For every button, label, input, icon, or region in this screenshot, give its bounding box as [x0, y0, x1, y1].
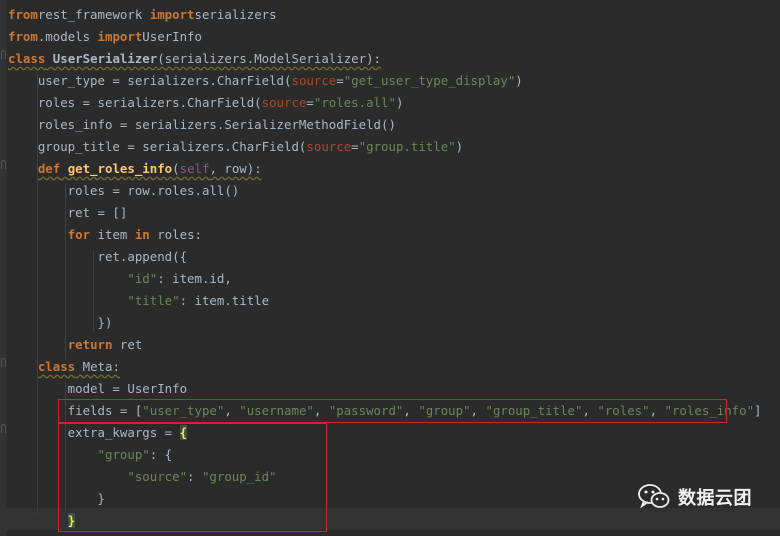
code-token: rest_framework	[37, 7, 150, 22]
code-token: source	[291, 73, 337, 88]
editor-gutter	[0, 0, 6, 536]
extra-kwargs-highlight-box	[58, 423, 327, 532]
code-token: item	[90, 227, 135, 242]
code-line[interactable]: "id": item.id,	[8, 268, 232, 290]
code-token: )	[455, 139, 464, 154]
code-token: source	[261, 95, 307, 110]
code-token: roles:	[149, 227, 202, 242]
code-token: user_type = serializers.CharField(	[8, 73, 292, 88]
code-token: from	[8, 7, 38, 22]
code-token: UserSerializer	[52, 51, 158, 66]
code-token: import	[149, 7, 195, 22]
code-token: roles = serializers.CharField(	[8, 95, 262, 110]
code-token: from	[8, 29, 38, 44]
code-token: "id"	[127, 271, 158, 286]
code-token: class	[8, 51, 46, 66]
code-token: "get_user_type_display"	[343, 73, 516, 88]
code-token: =	[351, 139, 359, 154]
code-token: )	[515, 73, 523, 88]
code-token: : item.id,	[157, 271, 232, 286]
code-line[interactable]: roles_info = serializers.SerializerMetho…	[8, 114, 396, 136]
code-token: def	[37, 161, 61, 176]
wechat-icon	[638, 484, 670, 510]
code-line[interactable]: def get_roles_info(self, row):	[8, 158, 262, 180]
code-token: roles = row.roles.all()	[8, 183, 240, 198]
code-token: get_roles_info	[67, 161, 173, 176]
code-token: ]	[754, 403, 762, 418]
code-token: in	[134, 227, 150, 242]
code-line[interactable]: roles = row.roles.all()	[8, 180, 240, 202]
code-line[interactable]: group_title = serializers.CharField(sour…	[8, 136, 463, 158]
code-line[interactable]: from.models importUserInfo	[8, 26, 202, 48]
code-line[interactable]: ret.append({	[8, 246, 188, 268]
code-token: ret.append({	[8, 249, 188, 264]
code-line[interactable]: fromrest_framework importserializers	[8, 4, 277, 26]
code-token: group_title = serializers.CharField(	[8, 139, 307, 154]
code-token: serializers	[194, 7, 277, 22]
code-token: ret	[112, 337, 143, 352]
code-token: : item.title	[179, 293, 270, 308]
code-token: self	[179, 161, 210, 176]
code-token: "title"	[127, 293, 180, 308]
code-line[interactable]: for item in roles:	[8, 224, 202, 246]
watermark-text: 数据云团	[678, 488, 752, 509]
code-line[interactable]: "title": item.title	[8, 290, 269, 312]
code-token: for	[67, 227, 91, 242]
code-line[interactable]: model = UserInfo	[8, 378, 187, 400]
code-token: (serializers.ModelSerializer):	[157, 51, 382, 66]
code-line[interactable]: ret = []	[8, 202, 128, 224]
code-token: source	[306, 139, 352, 154]
code-line[interactable]: class UserSerializer(serializers.ModelSe…	[8, 48, 381, 70]
fold-marker-icon[interactable]	[1, 50, 6, 59]
code-token: return	[67, 337, 113, 352]
code-token: (	[172, 161, 180, 176]
watermark: 数据云团	[638, 484, 752, 510]
code-line[interactable]: user_type = serializers.CharField(source…	[8, 70, 523, 92]
code-token: ret = []	[8, 205, 128, 220]
code-line[interactable]: roles = serializers.CharField(source="ro…	[8, 92, 404, 114]
fold-marker-icon[interactable]	[1, 358, 6, 367]
code-token: Meta:	[75, 359, 120, 374]
code-token: roles_info = serializers.SerializerMetho…	[8, 117, 396, 132]
code-token: .models	[37, 29, 98, 44]
fold-marker-icon[interactable]	[1, 424, 6, 433]
fold-marker-icon[interactable]	[1, 160, 6, 169]
code-token: =	[336, 73, 344, 88]
code-token: "group.title"	[358, 139, 456, 154]
code-line[interactable]: return ret	[8, 334, 143, 356]
code-token: "roles.all"	[313, 95, 396, 110]
code-token: =	[306, 95, 314, 110]
code-line[interactable]: })	[8, 312, 113, 334]
code-token: UserInfo	[142, 29, 202, 44]
fields-highlight-box	[58, 399, 727, 423]
code-line[interactable]: class Meta:	[8, 356, 120, 378]
code-token: , row):	[209, 161, 262, 176]
code-token: import	[97, 29, 143, 44]
code-token: })	[8, 315, 113, 330]
code-token: model = UserInfo	[8, 381, 188, 396]
code-token: )	[395, 95, 404, 110]
code-token: class	[37, 359, 76, 374]
